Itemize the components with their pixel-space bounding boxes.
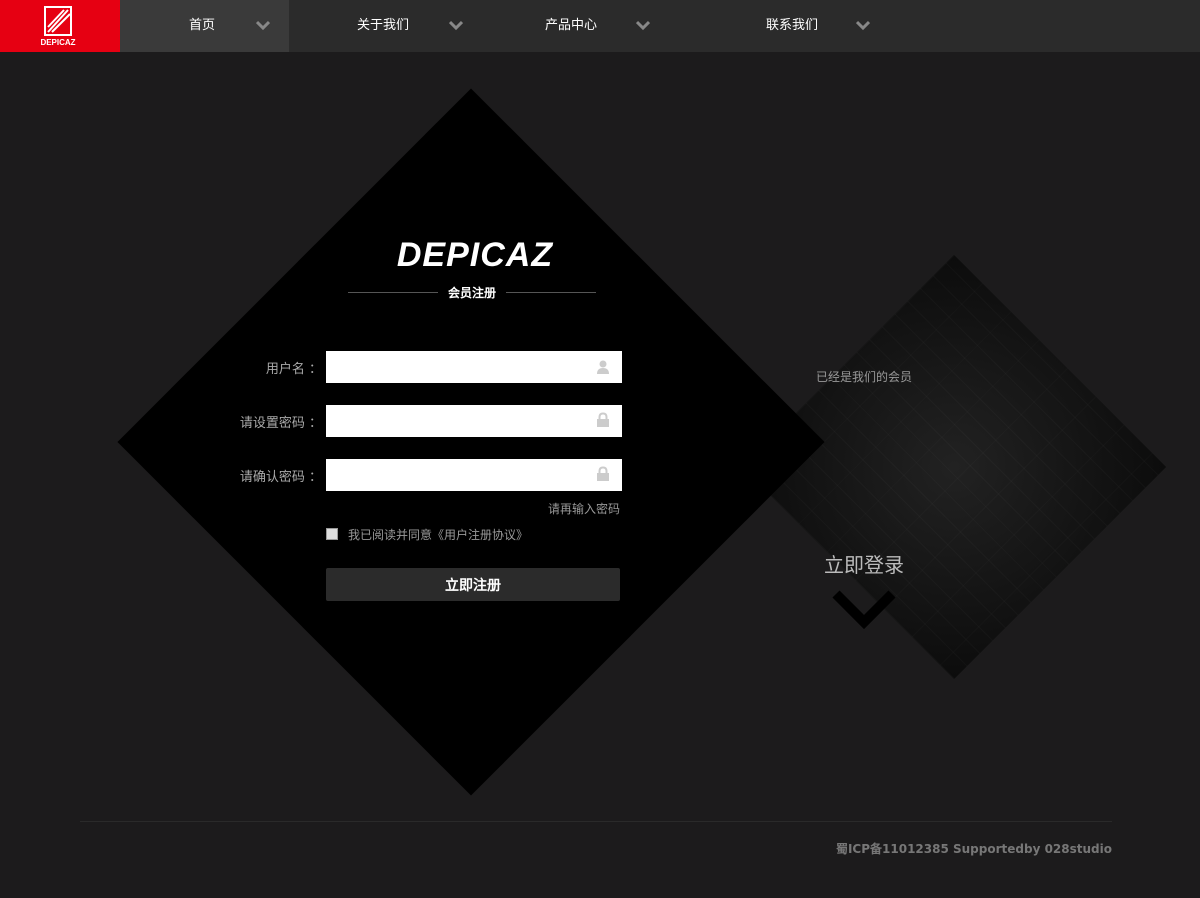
brand-logo: DEPICAZ	[397, 236, 553, 272]
lock-icon	[597, 466, 609, 481]
register-button[interactable]: 立即注册	[326, 568, 620, 601]
member-text: 已经是我们的会员	[815, 370, 912, 384]
nav-item-label: 关于我们	[357, 18, 410, 33]
login-diamond-bg	[741, 254, 1167, 680]
site-logo[interactable]: DEPICAZ	[0, 0, 120, 52]
password-input[interactable]	[326, 405, 622, 437]
chevron-down-icon	[449, 20, 463, 31]
footer-copyright: 蜀ICP备11012385 Supportedby 028studio	[835, 842, 1112, 856]
agree-text[interactable]: 我已阅读并同意《用户注册协议》	[348, 526, 528, 543]
chevron-down-icon	[256, 20, 270, 31]
nav-item-label: 联系我们	[766, 18, 819, 33]
divider	[506, 292, 596, 293]
form-title: 会员注册	[348, 283, 596, 303]
agree-checkbox[interactable]	[326, 528, 338, 540]
nav-item-about[interactable]: 关于我们	[290, 0, 475, 52]
nav-item-products[interactable]: 产品中心	[476, 0, 661, 52]
confirm-hint: 请再输入密码	[547, 502, 620, 516]
login-link[interactable]: 立即登录	[800, 549, 928, 578]
top-nav: DEPICAZ 首页 关于我们 产品中心 联系我们	[0, 0, 1200, 52]
nav-item-label: 首页	[189, 18, 216, 33]
depicaz-logo-icon: DEPICAZ	[40, 6, 76, 47]
chevron-down-icon	[856, 20, 870, 31]
register-diamond-bg	[117, 88, 825, 796]
nav-item-label: 产品中心	[545, 18, 598, 33]
svg-text:DEPICAZ: DEPICAZ	[40, 38, 75, 47]
nav-item-contact[interactable]: 联系我们	[662, 0, 892, 52]
confirm-password-label: 请确认密码 ：	[239, 470, 322, 485]
password-label: 请设置密码 ：	[239, 416, 322, 431]
user-icon	[597, 360, 609, 374]
divider	[348, 292, 438, 293]
nav-item-home[interactable]: 首页	[120, 0, 289, 52]
chevron-down-icon	[636, 20, 650, 31]
username-input[interactable]	[326, 351, 622, 383]
username-label: 用户名 ：	[265, 362, 322, 377]
chevron-down-icon[interactable]	[832, 590, 896, 630]
svg-text:DEPICAZ: DEPICAZ	[397, 236, 553, 272]
lock-icon	[597, 412, 609, 427]
footer-divider	[80, 821, 1112, 822]
confirm-password-input[interactable]	[326, 459, 622, 491]
